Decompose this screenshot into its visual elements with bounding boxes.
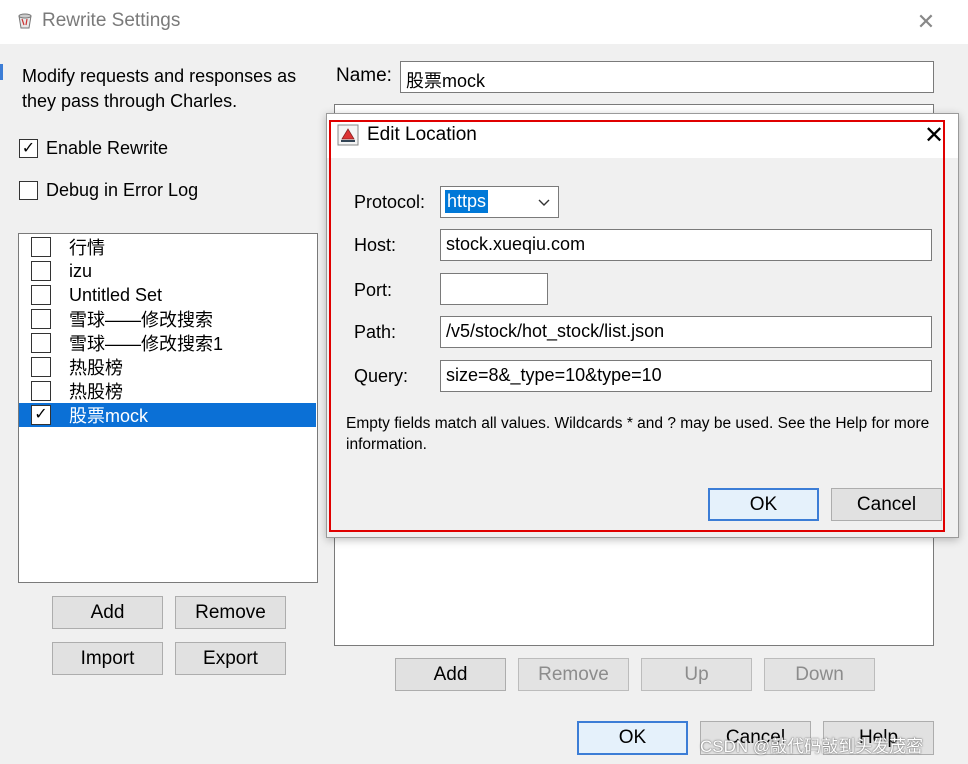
ok-button[interactable]: OK xyxy=(577,721,688,755)
set-label: 行情 xyxy=(69,238,105,258)
remove-rule-button[interactable]: Remove xyxy=(518,658,629,691)
set-checkbox[interactable] xyxy=(31,261,51,281)
list-item[interactable]: 热股榜 xyxy=(19,355,316,379)
set-label: Untitled Set xyxy=(69,284,163,305)
edit-location-dialog: Edit Location ✕ Protocol: https Host: st… xyxy=(326,113,959,538)
title-bar: Rewrite Settings ✕ xyxy=(0,0,968,44)
set-label: 热股榜 xyxy=(69,358,123,378)
protocol-value: https xyxy=(445,190,489,213)
set-label: 雪球——修改搜索 xyxy=(69,310,213,330)
export-button[interactable]: Export xyxy=(175,642,286,675)
list-item[interactable]: 雪球——修改搜索1 xyxy=(19,331,316,355)
name-input[interactable]: 股票mock xyxy=(400,61,934,93)
list-item[interactable]: 行情 xyxy=(19,235,316,259)
window-title: Rewrite Settings xyxy=(42,10,181,31)
debug-error-log-label: Debug in Error Log xyxy=(46,180,199,200)
debug-error-log-checkbox[interactable]: Debug in Error Log xyxy=(19,180,198,201)
window-close-icon[interactable]: ✕ xyxy=(914,10,938,34)
add-set-button[interactable]: Add xyxy=(52,596,163,629)
list-item-selected[interactable]: ✓ 股票mock xyxy=(19,403,316,427)
checkbox-box[interactable] xyxy=(19,181,38,200)
add-rule-button[interactable]: Add xyxy=(395,658,506,691)
rewrite-set-list[interactable]: 行情 izu Untitled Set 雪球——修改搜索 雪球——修改搜索1 热… xyxy=(18,233,318,583)
set-label: izu xyxy=(69,260,93,281)
enable-rewrite-checkbox[interactable]: ✓ Enable Rewrite xyxy=(19,138,168,159)
remove-set-button[interactable]: Remove xyxy=(175,596,286,629)
description-text: Modify requests and responses as they pa… xyxy=(22,66,297,111)
help-hint-text: Empty fields match all values. Wildcards… xyxy=(346,415,930,453)
charles-app-icon xyxy=(18,13,32,29)
set-label: 雪球——修改搜索1 xyxy=(69,334,224,354)
port-label: Port: xyxy=(354,280,393,300)
list-item[interactable]: izu xyxy=(19,259,316,283)
host-label: Host: xyxy=(354,235,397,255)
set-checkbox[interactable] xyxy=(31,381,51,401)
checkmark-icon[interactable]: ✓ xyxy=(31,405,51,425)
set-checkbox[interactable] xyxy=(31,309,51,329)
set-label: 热股榜 xyxy=(69,382,123,402)
set-checkbox[interactable] xyxy=(31,333,51,353)
name-label: Name: xyxy=(336,65,392,86)
list-item[interactable]: 雪球——修改搜索 xyxy=(19,307,316,331)
dialog-ok-button[interactable]: OK xyxy=(708,488,819,521)
path-label: Path: xyxy=(354,322,397,342)
set-label: 股票mock xyxy=(69,406,149,426)
checkmark-icon[interactable]: ✓ xyxy=(19,139,38,158)
left-edge-accent xyxy=(0,64,3,80)
query-input[interactable]: size=8&_type=10&type=10 xyxy=(440,360,932,392)
watermark-text: CSDN @敲代码敲到头发茂密 xyxy=(700,737,924,756)
chevron-down-icon xyxy=(538,194,550,210)
protocol-select[interactable]: https xyxy=(440,186,559,218)
list-item[interactable]: 热股榜 xyxy=(19,379,316,403)
list-item[interactable]: Untitled Set xyxy=(19,283,316,307)
query-label: Query: xyxy=(354,366,409,386)
protocol-label: Protocol: xyxy=(354,192,426,212)
dialog-cancel-button[interactable]: Cancel xyxy=(831,488,942,521)
path-input[interactable]: /v5/stock/hot_stock/list.json xyxy=(440,316,932,348)
port-input[interactable] xyxy=(440,273,548,305)
down-button[interactable]: Down xyxy=(764,658,875,691)
up-button[interactable]: Up xyxy=(641,658,752,691)
import-button[interactable]: Import xyxy=(52,642,163,675)
set-checkbox[interactable] xyxy=(31,285,51,305)
enable-rewrite-label: Enable Rewrite xyxy=(46,138,169,158)
set-checkbox[interactable] xyxy=(31,237,51,257)
host-input[interactable]: stock.xueqiu.com xyxy=(440,229,932,261)
set-checkbox[interactable] xyxy=(31,357,51,377)
